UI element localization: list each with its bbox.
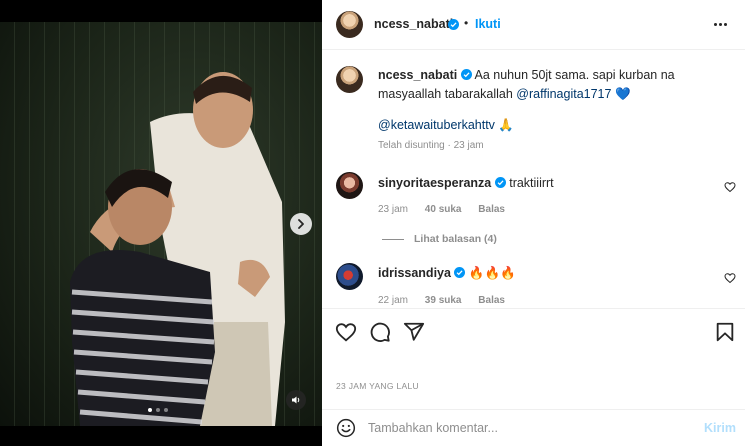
post-details-panel: ncess_nabati • Ikuti ncess_nabati Aa nuh…	[322, 0, 745, 446]
comment-bubble-icon[interactable]	[369, 321, 391, 343]
comment-meta: 22 jam 39 suka Balas	[378, 295, 505, 306]
reply-button[interactable]: Balas	[478, 295, 505, 306]
comment-username[interactable]: sinyoritaesperanza	[378, 176, 491, 190]
avatar[interactable]	[336, 172, 363, 199]
send-comment-button[interactable]: Kirim	[704, 421, 736, 435]
photo-scene	[70, 72, 285, 426]
post-header: ncess_nabati • Ikuti	[322, 0, 745, 50]
blue-heart-emoji: 💙	[614, 87, 631, 101]
caption-username[interactable]: ncess_nabati	[378, 68, 457, 82]
avatar[interactable]	[336, 263, 363, 290]
comment-item: sinyoritaesperanza traktiiirrt	[378, 176, 554, 190]
comment-text: 🔥🔥🔥	[468, 266, 516, 280]
caption-mention[interactable]: @ketawaituberkahttv	[378, 118, 495, 132]
carousel-dot	[148, 408, 152, 412]
like-comment-icon[interactable]	[724, 272, 736, 284]
view-replies-label: Lihat balasan (4)	[414, 233, 497, 245]
post-photo	[0, 22, 322, 426]
post-timestamp: 23 JAM YANG LALU	[336, 381, 419, 391]
speaker-icon	[292, 396, 300, 404]
comment-likes[interactable]: 39 suka	[425, 295, 462, 306]
caption-mention[interactable]: @raffinagita1717	[516, 87, 611, 101]
reply-button[interactable]: Balas	[478, 204, 505, 215]
like-comment-icon[interactable]	[724, 181, 736, 193]
comment-meta: 23 jam 40 suka Balas	[378, 204, 505, 215]
avatar[interactable]	[336, 11, 363, 38]
chevron-right-icon	[298, 219, 304, 229]
verified-badge-icon	[454, 267, 466, 278]
carousel-indicator	[148, 408, 168, 412]
carousel-dot	[164, 408, 168, 412]
caption-edited-time: Telah disunting · 23 jam	[378, 140, 484, 151]
comment-likes[interactable]: 40 suka	[425, 204, 462, 215]
verified-badge-icon	[494, 177, 506, 188]
pray-emoji: 🙏	[498, 118, 514, 132]
post-media	[0, 0, 322, 446]
next-slide-button[interactable]	[290, 213, 312, 235]
post-actions-bar	[322, 308, 745, 358]
comment-username[interactable]: idrissandiya	[378, 266, 451, 280]
carousel-dot	[156, 408, 160, 412]
comments-list: ncess_nabati Aa nuhun 50jt sama. sapi ku…	[322, 50, 745, 308]
comment-item: idrissandiya 🔥🔥🔥	[378, 266, 516, 281]
comment-time: 22 jam	[378, 295, 409, 306]
emoji-smiley-icon[interactable]	[336, 418, 356, 438]
save-bookmark-icon[interactable]	[714, 321, 736, 343]
post-caption: ncess_nabati Aa nuhun 50jt sama. sapi ku…	[378, 66, 728, 135]
header-username[interactable]: ncess_nabati	[374, 17, 453, 31]
comment-composer: Kirim	[322, 409, 745, 446]
like-heart-icon[interactable]	[335, 321, 357, 343]
comment-time: 23 jam	[378, 204, 409, 215]
follow-button[interactable]: Ikuti	[475, 17, 501, 31]
avatar[interactable]	[336, 66, 363, 93]
view-replies-button[interactable]: Lihat balasan (4)	[382, 233, 497, 245]
comment-text: traktiiirrt	[509, 176, 554, 190]
more-options-icon[interactable]	[714, 23, 727, 26]
audio-toggle-button[interactable]	[286, 390, 306, 410]
verified-badge-icon	[448, 19, 459, 30]
verified-badge-icon	[460, 69, 472, 80]
comment-input[interactable]	[368, 419, 678, 437]
share-send-icon[interactable]	[403, 321, 425, 343]
